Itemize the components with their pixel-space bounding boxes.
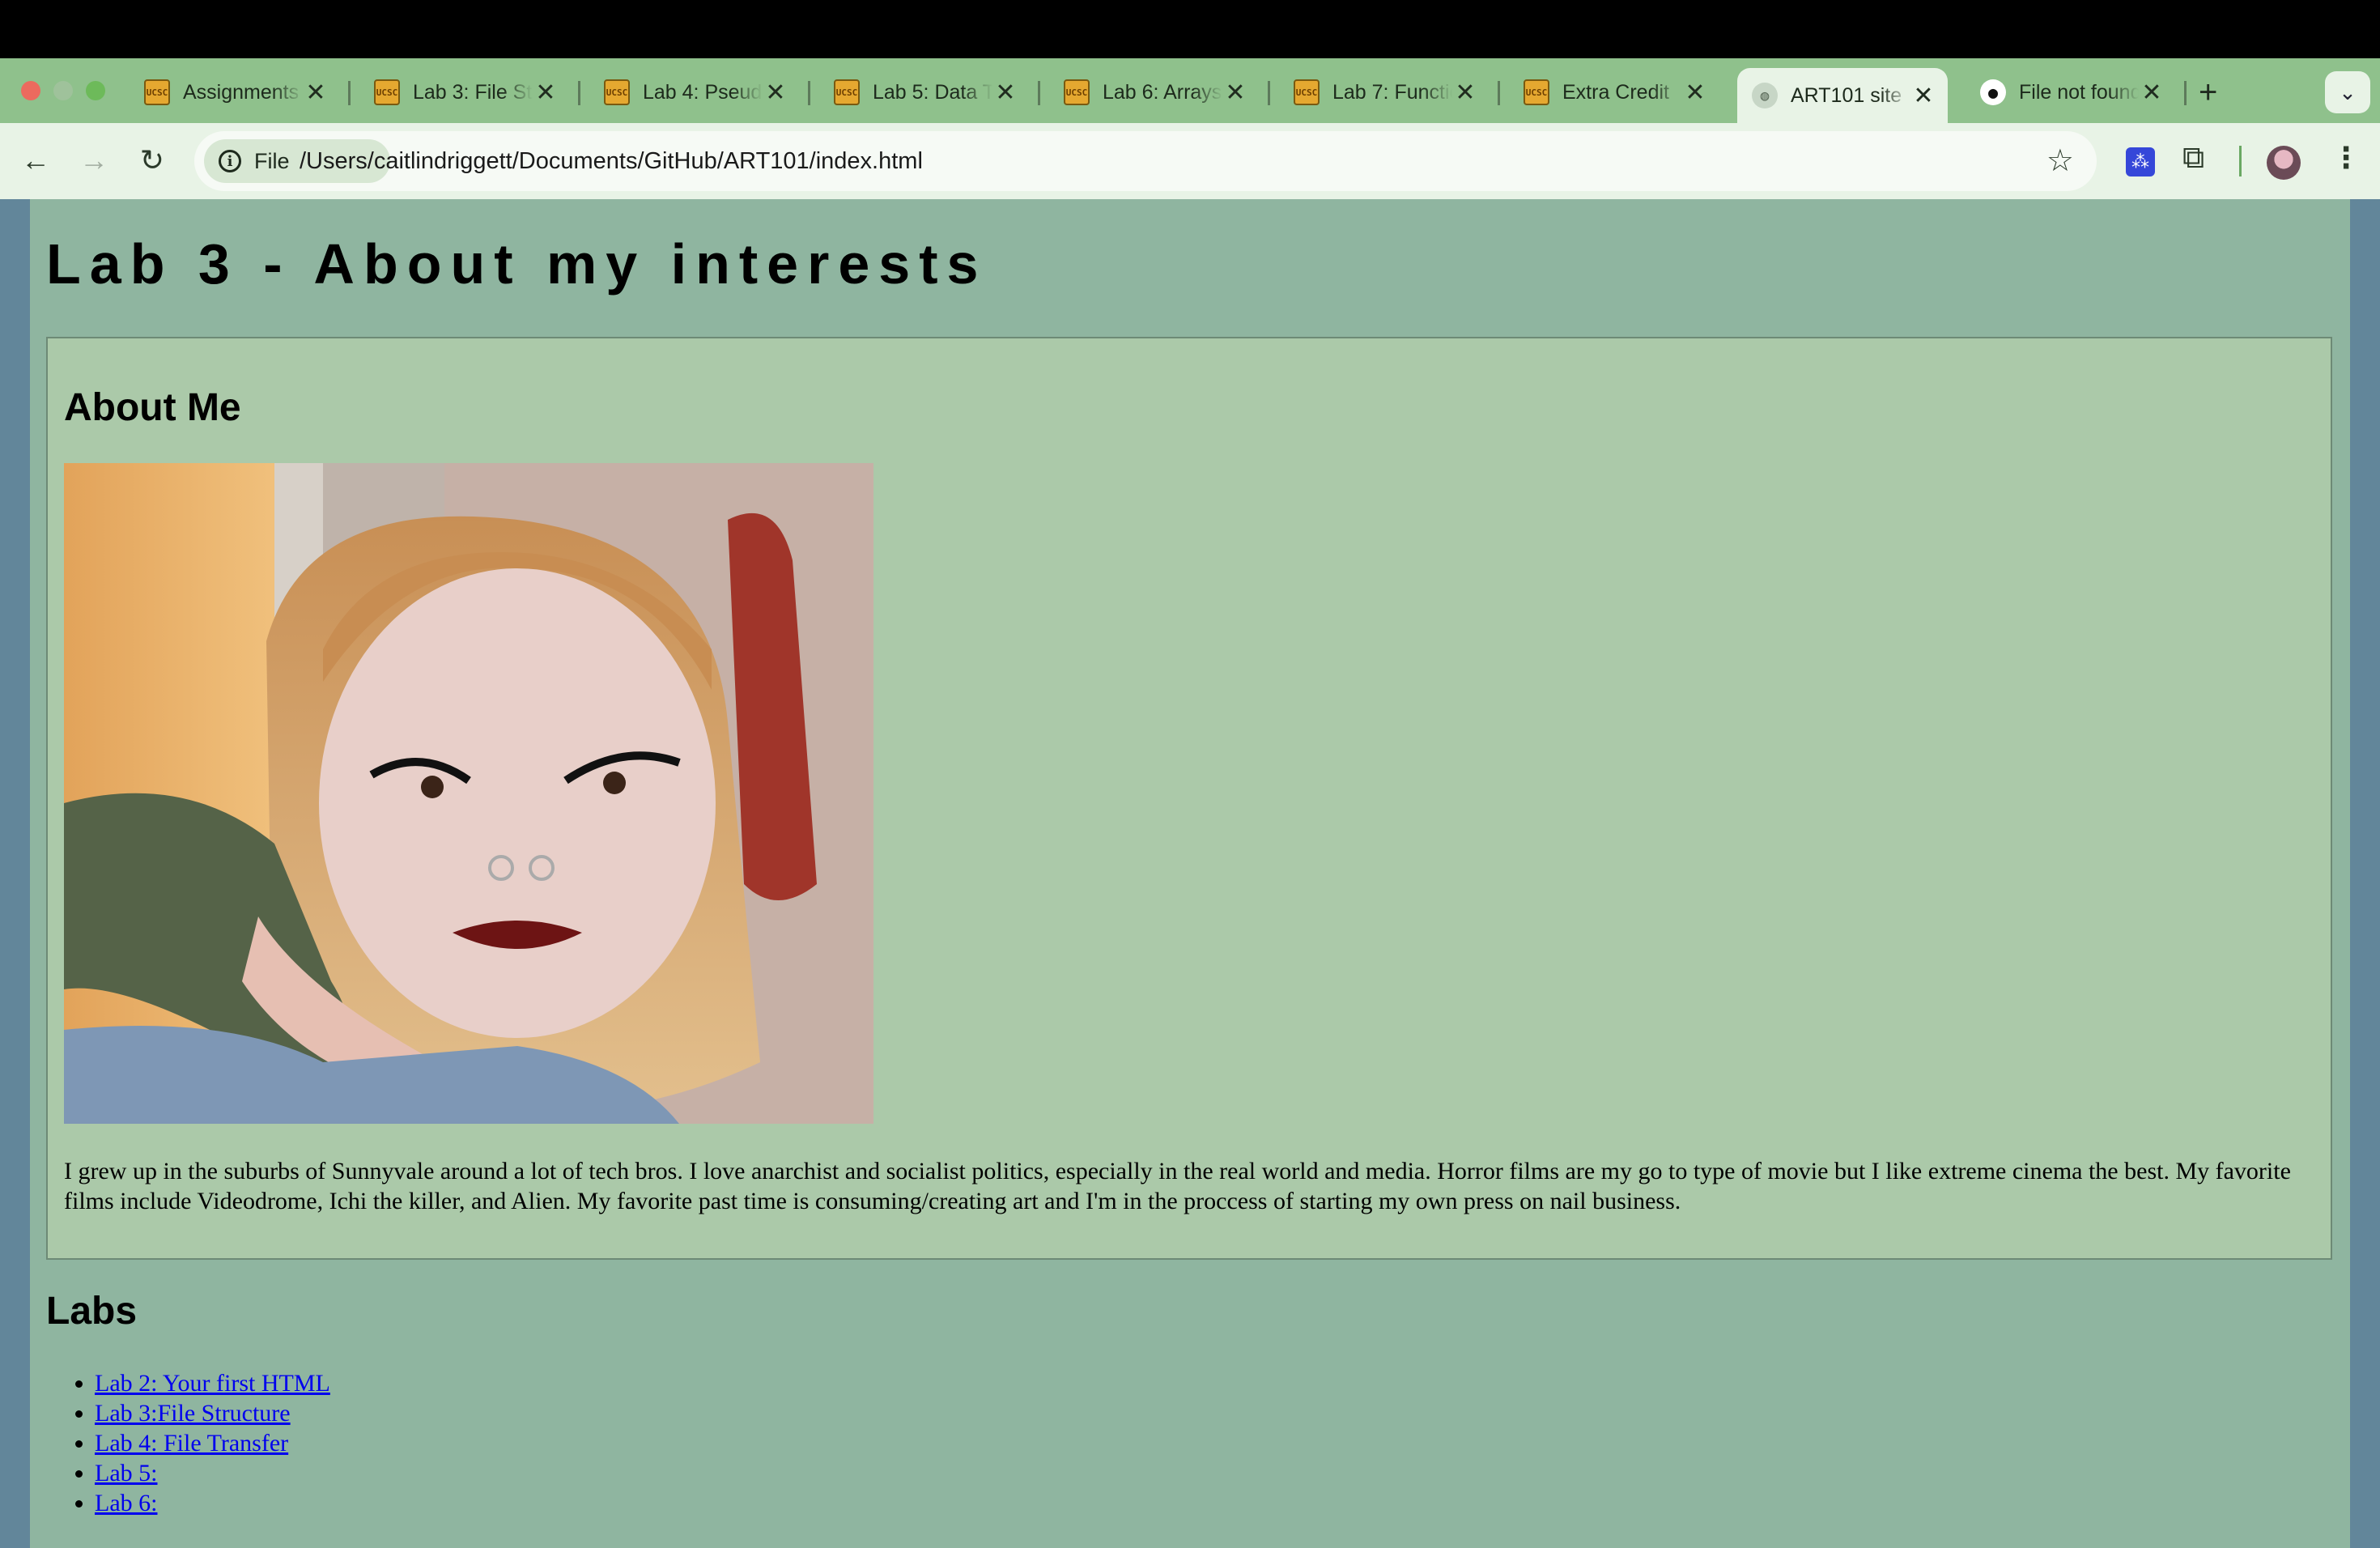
back-arrow-icon[interactable]: ←	[16, 141, 55, 180]
tab-title: Lab 4: Pseudocode	[643, 80, 763, 104]
labs-heading: Labs	[46, 1290, 138, 1333]
extension-audio-icon[interactable]: ⁂	[2126, 147, 2155, 176]
minimize-window-button[interactable]	[53, 81, 73, 100]
tab-assignments[interactable]: UCSC Assignments ✕	[130, 68, 340, 117]
page-body: Lab 3 - About my interests About Me I gr…	[30, 199, 2350, 1548]
profile-photo-illustration	[64, 463, 873, 1124]
address-bar[interactable]: i File /Users/caitlindriggett/Documents/…	[194, 131, 2097, 191]
close-window-button[interactable]	[21, 81, 40, 100]
tab-title: Assignments	[183, 80, 300, 104]
tab-file-not-found[interactable]: ● File not found ✕	[1966, 68, 2176, 117]
tab-title: Lab 6: Arrays	[1103, 80, 1222, 104]
close-tab-icon[interactable]: ✕	[1222, 79, 1248, 107]
lab-3-link[interactable]: Lab 3:File Structure	[95, 1400, 291, 1427]
close-tab-icon[interactable]: ✕	[1910, 82, 1936, 110]
tab-divider	[1498, 81, 1500, 105]
forward-arrow-icon[interactable]: →	[74, 141, 113, 180]
labs-list: Lab 2: Your first HTML Lab 3:File Struct…	[95, 1368, 330, 1518]
system-menu-bar	[0, 0, 2380, 58]
tab-divider	[578, 81, 580, 105]
maximize-window-button[interactable]	[86, 81, 105, 100]
tab-title: Lab 3: File Structure	[413, 80, 533, 104]
tab-strip: UCSC Assignments ✕ UCSC Lab 3: File Stru…	[0, 58, 2380, 123]
lab-6-link[interactable]: Lab 6:	[95, 1490, 157, 1516]
ucsc-icon: UCSC	[604, 79, 630, 105]
toolbar-divider	[2239, 146, 2242, 176]
tab-title: File not found	[2019, 80, 2139, 104]
tab-search-chevron-icon[interactable]: ⌄	[2325, 71, 2370, 113]
page-title: Lab 3 - About my interests	[46, 232, 988, 296]
tab-divider	[2184, 81, 2187, 105]
ucsc-icon: UCSC	[374, 79, 400, 105]
close-tab-icon[interactable]: ✕	[763, 79, 788, 107]
tab-title: Lab 5: Data Types	[873, 80, 992, 104]
menu-kebab-icon[interactable]: ⋮	[2331, 141, 2361, 175]
page-viewport: Lab 3 - About my interests About Me I gr…	[0, 199, 2380, 1548]
ucsc-icon: UCSC	[144, 79, 170, 105]
close-tab-icon[interactable]: ✕	[2139, 79, 2165, 107]
tab-lab-3[interactable]: UCSC Lab 3: File Structure ✕	[359, 68, 570, 117]
ucsc-icon: UCSC	[1064, 79, 1090, 105]
tab-title: Extra Credit	[1562, 80, 1669, 104]
profile-avatar[interactable]	[2267, 146, 2301, 180]
bookmark-star-icon[interactable]: ☆	[2046, 142, 2074, 179]
tab-divider	[348, 81, 351, 105]
tab-divider	[1268, 81, 1270, 105]
tab-lab-7[interactable]: UCSC Lab 7: Functions ✕	[1279, 68, 1490, 117]
tab-extra-credit[interactable]: UCSC Extra Credit ✕	[1509, 68, 1719, 117]
github-icon: ●	[1980, 79, 2006, 105]
list-item: Lab 4: File Transfer	[95, 1428, 330, 1458]
lab-4-link[interactable]: Lab 4: File Transfer	[95, 1430, 288, 1457]
extensions-puzzle-icon[interactable]: ⧉	[2182, 141, 2204, 176]
close-tab-icon[interactable]: ✕	[1682, 79, 1708, 107]
lab-5-link[interactable]: Lab 5:	[95, 1460, 157, 1486]
profile-photo	[64, 463, 873, 1124]
list-item: Lab 6:	[95, 1488, 330, 1518]
about-heading: About Me	[64, 386, 241, 429]
site-info-label: File	[254, 148, 290, 173]
about-text: I grew up in the suburbs of Sunnyvale ar…	[64, 1158, 2291, 1214]
close-tab-icon[interactable]: ✕	[533, 79, 559, 107]
tab-lab-6[interactable]: UCSC Lab 6: Arrays ✕	[1049, 68, 1260, 117]
browser-chrome: UCSC Assignments ✕ UCSC Lab 3: File Stru…	[0, 58, 2380, 199]
ucsc-icon: UCSC	[834, 79, 860, 105]
info-icon: i	[219, 150, 241, 172]
tab-title: ART101 site	[1791, 83, 1902, 107]
list-item: Lab 5:	[95, 1458, 330, 1488]
tab-art101-site[interactable]: ◍ ART101 site ✕	[1737, 68, 1948, 123]
list-item: Lab 3:File Structure	[95, 1398, 330, 1428]
tab-lab-5[interactable]: UCSC Lab 5: Data Types ✕	[819, 68, 1030, 117]
tab-lab-4[interactable]: UCSC Lab 4: Pseudocode ✕	[589, 68, 800, 117]
close-tab-icon[interactable]: ✕	[992, 79, 1018, 107]
ucsc-icon: UCSC	[1524, 79, 1549, 105]
close-tab-icon[interactable]: ✕	[303, 79, 329, 107]
tab-divider	[1038, 81, 1040, 105]
reload-icon[interactable]: ↻	[133, 141, 172, 180]
list-item: Lab 2: Your first HTML	[95, 1368, 330, 1398]
tab-divider	[808, 81, 810, 105]
tab-title: Lab 7: Functions	[1332, 80, 1452, 104]
close-tab-icon[interactable]: ✕	[1452, 79, 1478, 107]
ucsc-icon: UCSC	[1294, 79, 1320, 105]
browser-toolbar: ← → ↻ i File /Users/caitlindriggett/Docu…	[0, 123, 2380, 199]
about-section: About Me I grew up in the suburbs of Sun…	[46, 337, 2332, 1260]
lab-2-link[interactable]: Lab 2: Your first HTML	[95, 1370, 330, 1397]
new-tab-button[interactable]: +	[2199, 76, 2217, 108]
globe-icon: ◍	[1752, 83, 1778, 108]
url-text[interactable]: /Users/caitlindriggett/Documents/GitHub/…	[300, 131, 923, 191]
